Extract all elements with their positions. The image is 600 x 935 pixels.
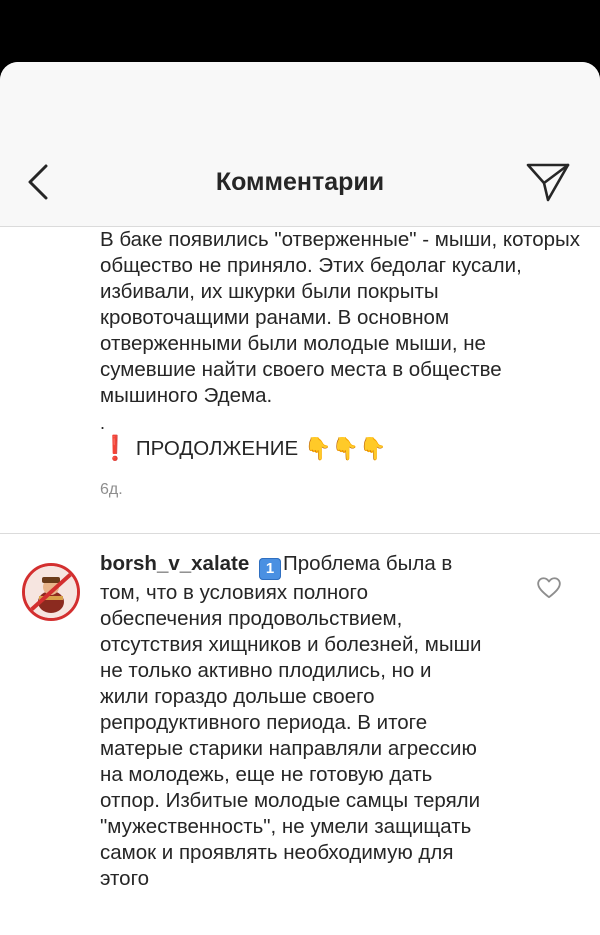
avatar[interactable] [22, 563, 80, 621]
heart-outline-icon [537, 577, 561, 599]
previous-comment: В баке появились "отверженные" - мыши, к… [100, 227, 580, 503]
continuation-line: ❗ ПРОДОЛЖЕНИЕ 👇👇👇 [100, 435, 580, 463]
comment-username[interactable]: borsh_v_xalate [100, 552, 249, 575]
comments-header: Комментарии [0, 62, 600, 227]
page-title: Комментарии [215, 168, 385, 196]
paper-plane-icon [526, 163, 570, 202]
keycap-one-icon: 1 [258, 558, 281, 580]
exclamation-icon: ❗ [100, 435, 130, 462]
comment-timestamp[interactable]: 6д. [100, 477, 580, 503]
pointing-down-icon: 👇👇👇 [304, 436, 387, 461]
comments-list[interactable]: В баке появились "отверженные" - мыши, к… [0, 227, 600, 935]
comment-text: borsh_v_xalate 1 Проблема была в том, что… [100, 551, 485, 892]
continuation-label: ПРОДОЛЖЕНИЕ [135, 437, 299, 460]
comment-body: Проблема была в том, что в условиях полн… [100, 552, 482, 890]
comments-sheet: Комментарии В баке появились "отверженны… [0, 62, 600, 935]
divider [0, 533, 600, 534]
like-button[interactable] [536, 575, 562, 601]
avatar-image [25, 566, 77, 618]
send-button[interactable] [520, 158, 576, 206]
comment-body: В баке появились "отверженные" - мыши, к… [100, 228, 580, 407]
dot-separator: . [100, 413, 106, 433]
